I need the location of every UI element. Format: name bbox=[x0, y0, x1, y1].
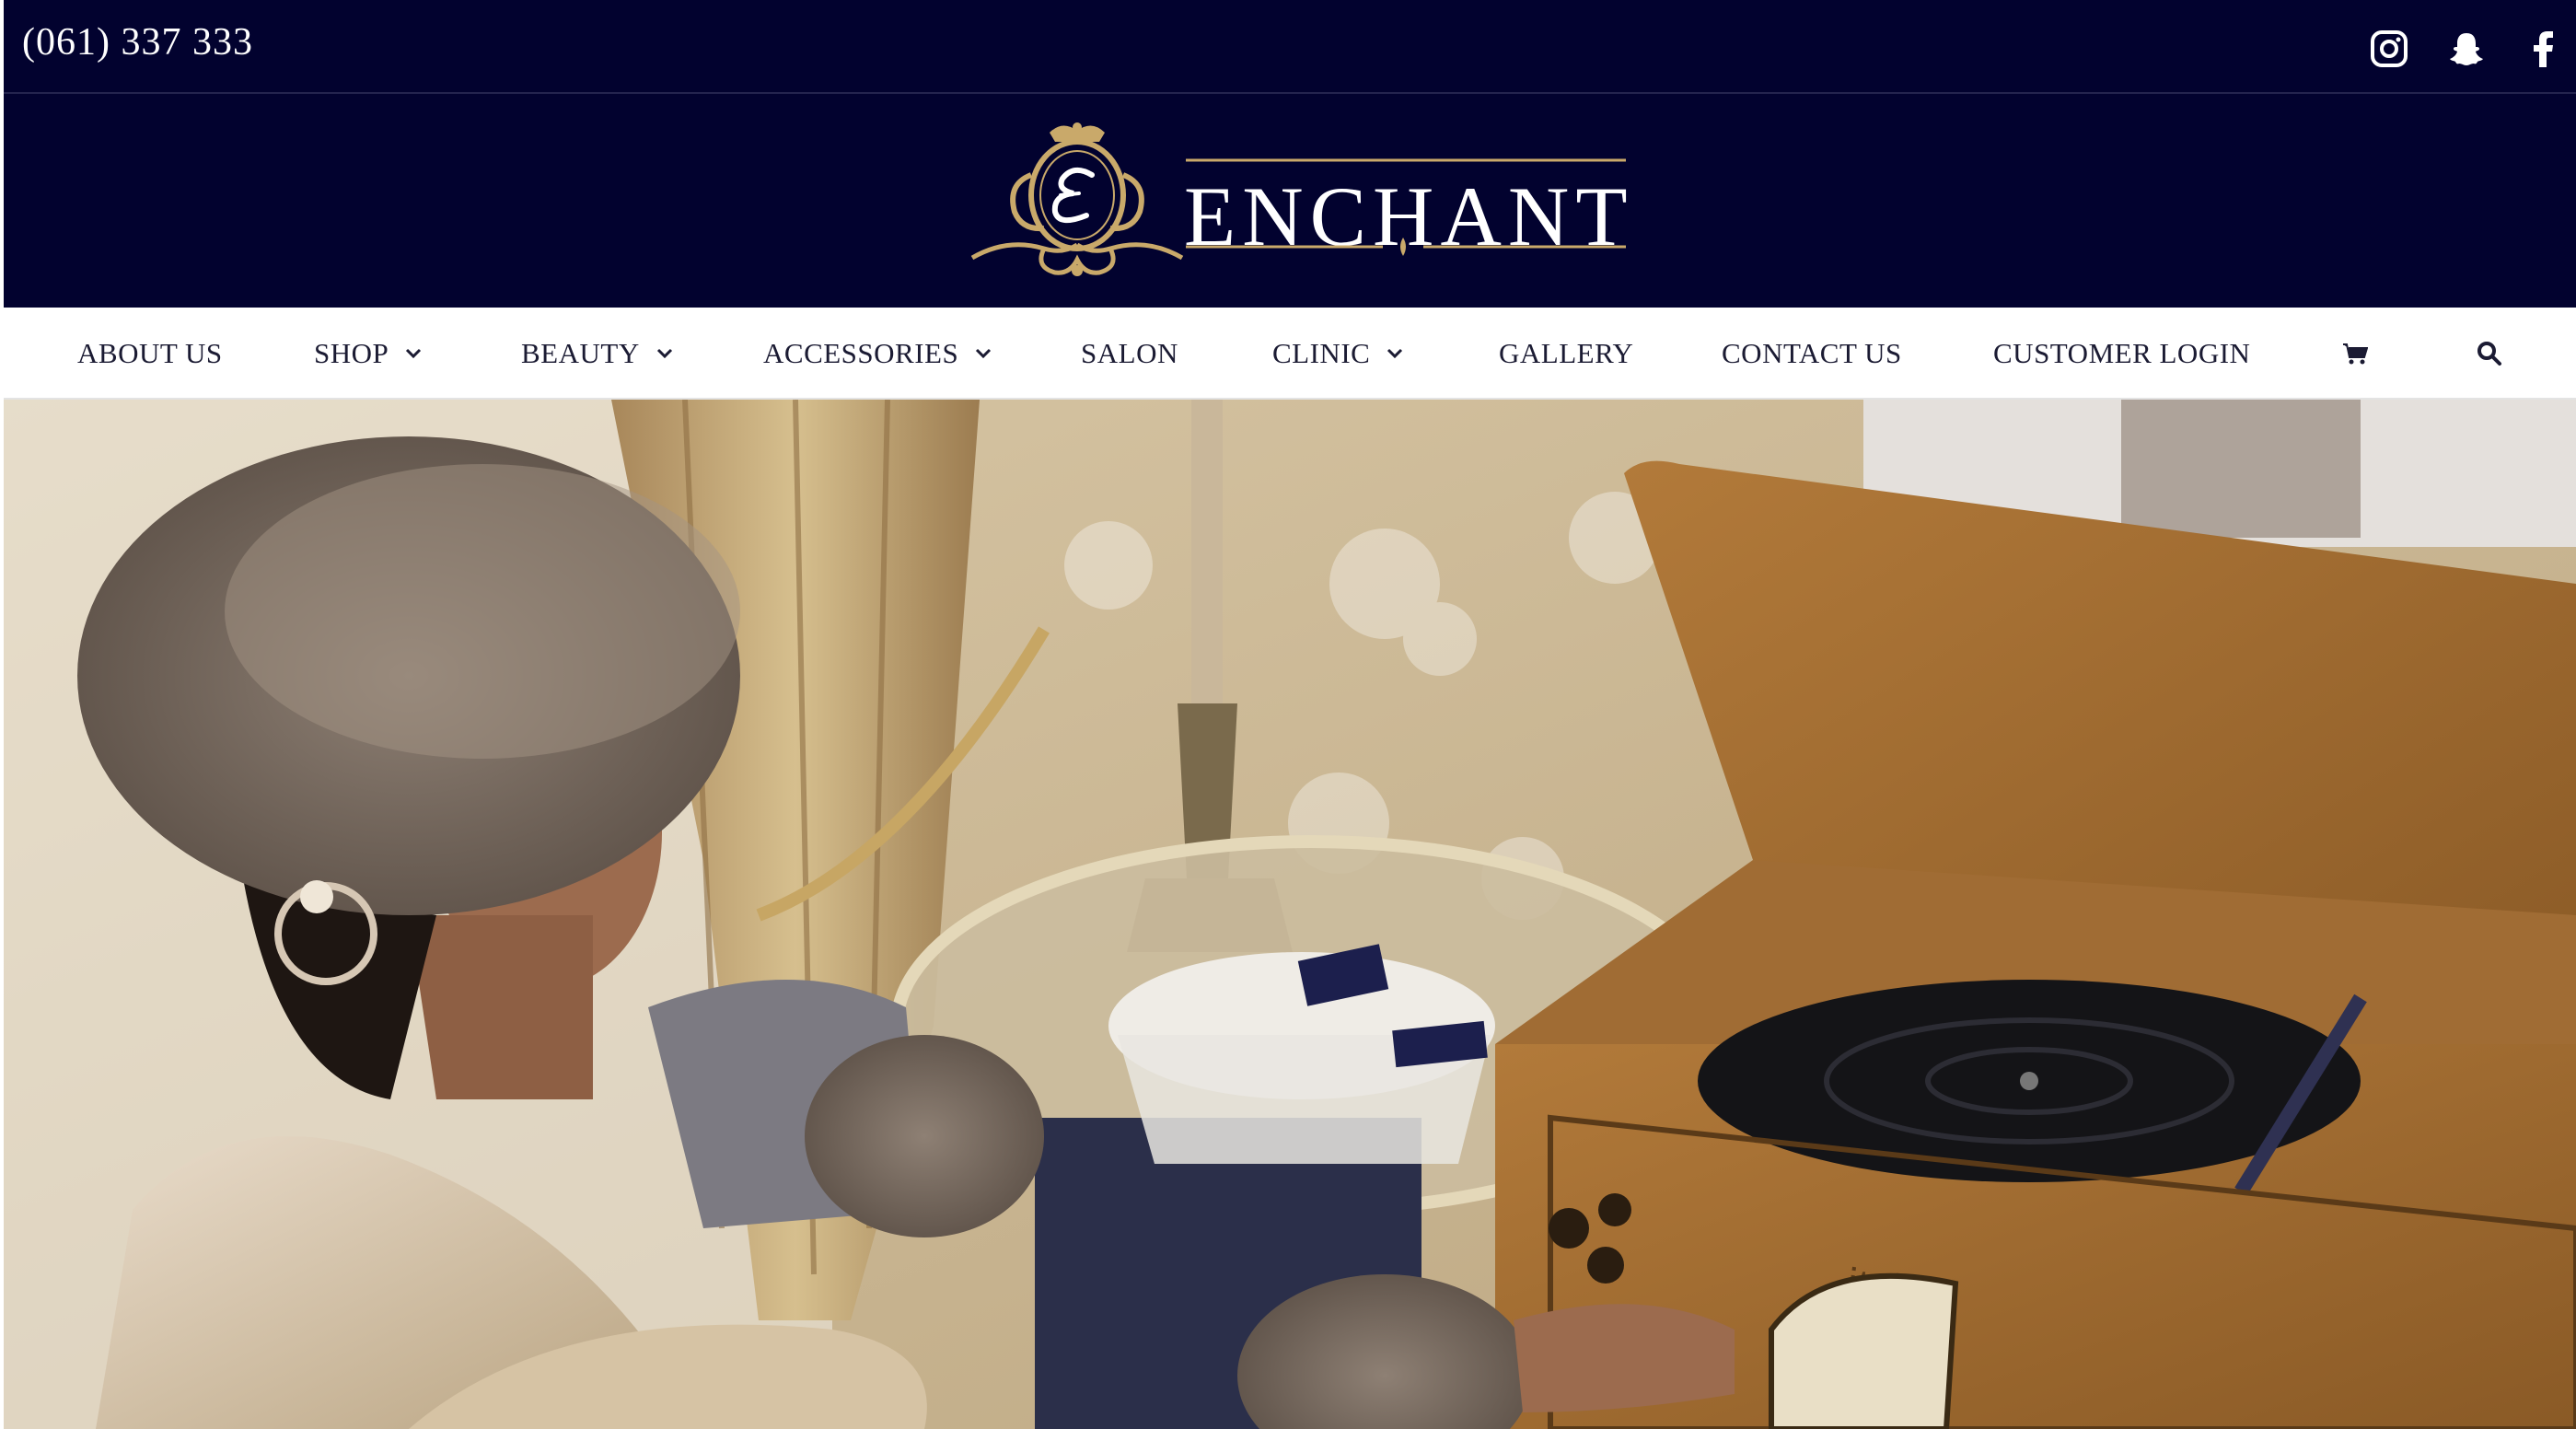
nav-item-beauty[interactable]: BEAUTY bbox=[521, 308, 673, 400]
enchant-logo[interactable]: ENCHANT bbox=[970, 120, 1633, 285]
nav-item-contact-us[interactable]: CONTACT US bbox=[1722, 308, 1902, 400]
snapchat-icon[interactable] bbox=[2447, 29, 2486, 68]
nav-item-shop[interactable]: SHOP bbox=[314, 308, 422, 400]
nav-item-about-us[interactable]: ABOUT US bbox=[77, 308, 223, 400]
monogram-crest-icon bbox=[970, 122, 1184, 276]
nav-item-clinic[interactable]: CLINIC bbox=[1272, 308, 1403, 400]
page: (061) 337 333 ENCHANT ABOUT US SHOP BEAU… bbox=[4, 0, 2576, 1429]
nav-label: CUSTOMER LOGIN bbox=[1993, 337, 2251, 369]
nav-label: ABOUT US bbox=[77, 337, 223, 369]
phone-number[interactable]: (061) 337 333 bbox=[22, 20, 253, 64]
facebook-icon[interactable] bbox=[2524, 29, 2563, 68]
nav-label: ACCESSORIES bbox=[763, 337, 959, 369]
chevron-down-icon bbox=[656, 348, 672, 359]
search-icon bbox=[2477, 342, 2501, 366]
top-bar: (061) 337 333 bbox=[4, 0, 2576, 94]
hero-scene: itek bbox=[4, 400, 2576, 1429]
nav-label: SALON bbox=[1081, 337, 1178, 369]
nav-label: CLINIC bbox=[1272, 337, 1371, 369]
search-button[interactable] bbox=[2477, 308, 2502, 400]
chevron-down-icon bbox=[1387, 348, 1403, 359]
nav-label: CONTACT US bbox=[1722, 337, 1902, 369]
nav-item-salon[interactable]: SALON bbox=[1081, 308, 1178, 400]
chevron-down-icon bbox=[976, 348, 992, 359]
cart-icon bbox=[2343, 343, 2368, 365]
chevron-down-icon bbox=[406, 348, 422, 359]
nav-item-gallery[interactable]: GALLERY bbox=[1499, 308, 1633, 400]
instagram-icon[interactable] bbox=[2370, 29, 2408, 68]
nav-label: BEAUTY bbox=[521, 337, 640, 369]
main-navigation: ABOUT US SHOP BEAUTY ACCESSORIES SALON C… bbox=[4, 308, 2576, 400]
cart-button[interactable] bbox=[2342, 308, 2368, 400]
nav-label: GALLERY bbox=[1499, 337, 1634, 369]
logo-rules bbox=[1186, 158, 1626, 256]
hero-image: itek bbox=[4, 400, 2576, 1429]
nav-label: SHOP bbox=[314, 337, 389, 369]
site-header: ENCHANT bbox=[4, 94, 2576, 308]
nav-item-accessories[interactable]: ACCESSORIES bbox=[763, 308, 992, 400]
social-links bbox=[2370, 29, 2563, 68]
nav-item-customer-login[interactable]: CUSTOMER LOGIN bbox=[1993, 308, 2250, 400]
